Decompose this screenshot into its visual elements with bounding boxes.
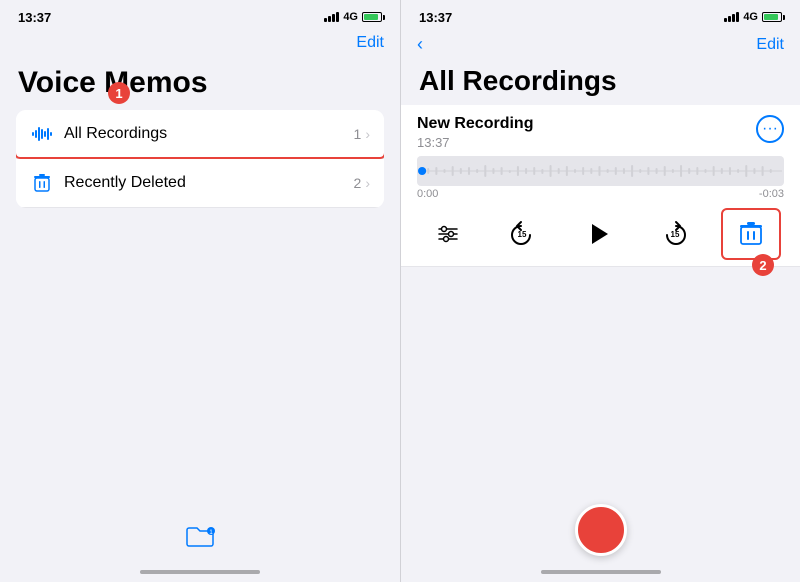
all-recordings-title: All Recordings xyxy=(401,63,800,105)
left-status-right: 4G xyxy=(324,11,382,23)
svg-text:15: 15 xyxy=(670,230,679,239)
signal-label: 4G xyxy=(343,11,358,23)
trash-small-icon xyxy=(30,171,54,195)
right-status-right: 4G xyxy=(724,11,782,23)
left-phone-panel: 13:37 4G Edit Voice Memos xyxy=(0,0,400,582)
waveform-bar[interactable] xyxy=(417,156,784,186)
ellipsis-icon: ··· xyxy=(762,120,778,138)
right-status-bar: 13:37 4G xyxy=(401,0,800,30)
trash-container xyxy=(729,212,773,256)
right-time: 13:37 xyxy=(419,10,452,25)
all-recordings-count: 1 xyxy=(354,126,362,142)
waveform-area: 0:00 -0:03 xyxy=(401,150,800,204)
annotation-badge-1: 1 xyxy=(108,82,130,104)
annotation-badge-2: 2 xyxy=(752,254,774,276)
playback-controls: 15 15 xyxy=(401,204,800,267)
left-time: 13:37 xyxy=(18,10,51,25)
home-indicator xyxy=(140,570,260,574)
right-nav-bar: ‹ Edit xyxy=(401,30,800,63)
time-end: -0:03 xyxy=(759,188,784,200)
right-signal-label: 4G xyxy=(743,11,758,23)
left-bottom-bar: 1 xyxy=(0,512,400,582)
right-edit-button[interactable]: Edit xyxy=(756,36,784,54)
waveform-icon xyxy=(30,122,54,146)
rewind-button[interactable]: 15 xyxy=(502,214,542,254)
recording-header: New Recording 13:37 ··· xyxy=(417,115,784,150)
right-bottom-bar xyxy=(401,502,800,582)
folder-icon[interactable]: 1 xyxy=(185,525,215,556)
record-button[interactable] xyxy=(575,504,627,556)
signal-bars-icon xyxy=(324,12,339,22)
right-phone-panel: 13:37 4G ‹ Edit All Recordings New Recor… xyxy=(400,0,800,582)
right-battery-icon xyxy=(762,12,782,22)
play-button[interactable] xyxy=(576,212,620,256)
all-recordings-chevron-icon: › xyxy=(365,126,370,142)
recordings-list: All Recordings 1 › Recently Deleted 2 › xyxy=(16,110,384,208)
all-recordings-label: All Recordings xyxy=(64,125,354,143)
more-options-button[interactable]: ··· xyxy=(756,115,784,143)
right-home-indicator xyxy=(541,570,661,574)
recently-deleted-label: Recently Deleted xyxy=(64,174,354,192)
left-edit-button[interactable]: Edit xyxy=(356,34,384,52)
recording-info: New Recording 13:37 xyxy=(417,115,533,150)
recording-item: New Recording 13:37 ··· xyxy=(401,105,800,150)
left-status-bar: 13:37 4G xyxy=(0,0,400,30)
recently-deleted-chevron-icon: › xyxy=(365,175,370,191)
left-nav-bar: Edit xyxy=(0,30,400,60)
back-button[interactable]: ‹ xyxy=(417,34,423,55)
svg-text:15: 15 xyxy=(518,230,527,239)
recently-deleted-item[interactable]: Recently Deleted 2 › xyxy=(16,159,384,208)
waveform-times: 0:00 -0:03 xyxy=(417,186,784,204)
delete-recording-button[interactable] xyxy=(729,212,773,256)
filter-button[interactable] xyxy=(428,214,468,254)
right-signal-bars-icon xyxy=(724,12,739,22)
voice-memos-title: Voice Memos xyxy=(0,60,400,110)
battery-icon xyxy=(362,12,382,22)
recently-deleted-count: 2 xyxy=(354,175,362,191)
recording-timestamp: 13:37 xyxy=(417,135,533,150)
time-start: 0:00 xyxy=(417,188,438,200)
back-chevron-icon: ‹ xyxy=(417,34,423,55)
all-recordings-item[interactable]: All Recordings 1 › xyxy=(16,110,384,159)
forward-button[interactable]: 15 xyxy=(655,214,695,254)
recording-name: New Recording xyxy=(417,115,533,133)
